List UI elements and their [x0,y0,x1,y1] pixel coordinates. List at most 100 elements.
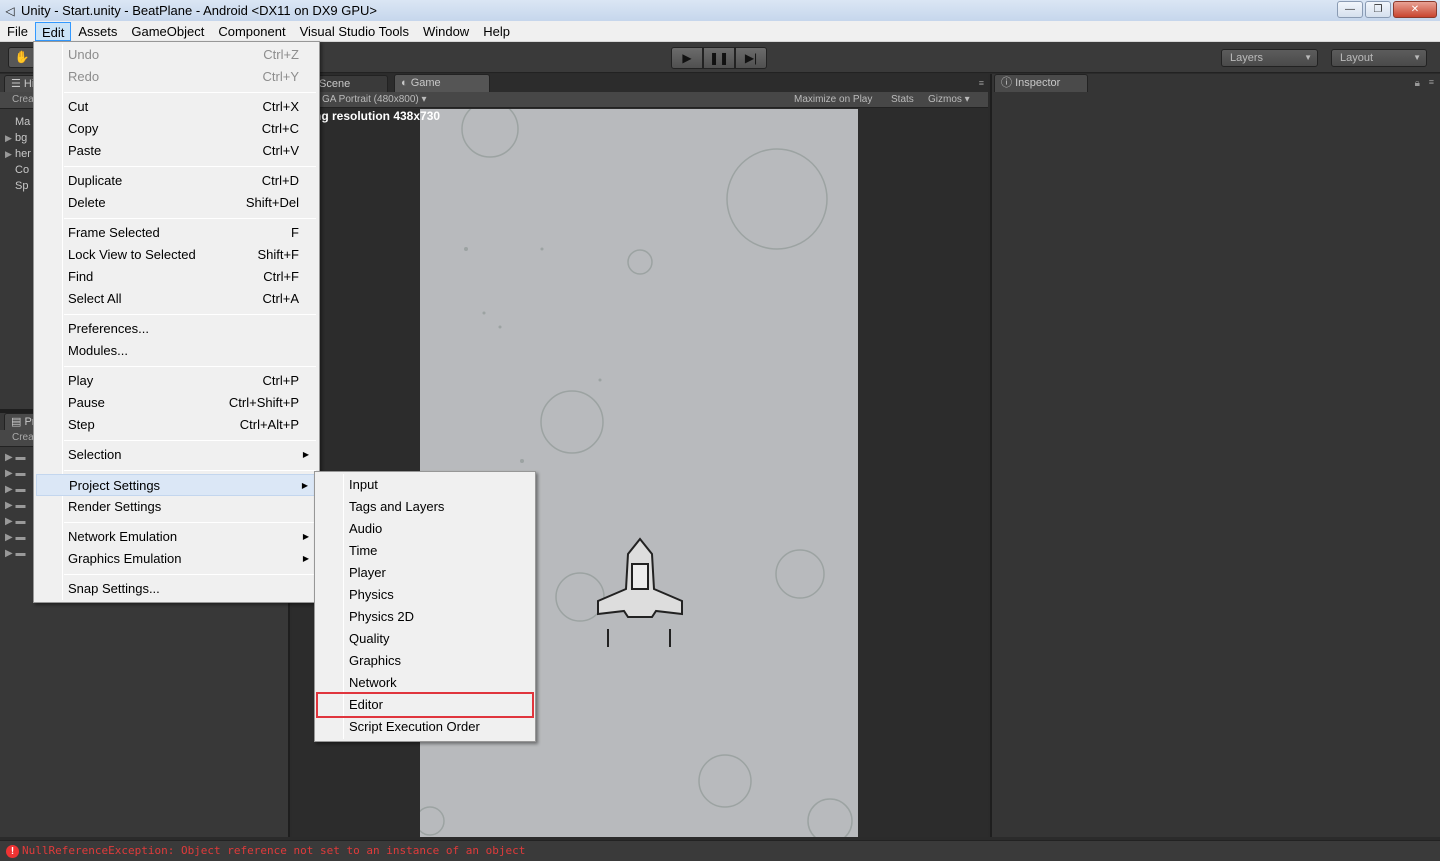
resolution-warning: ng resolution 438x730 [314,109,441,123]
submenu-item-graphics[interactable]: Graphics [317,650,533,672]
menu-item-copy[interactable]: Copy Ctrl+C [36,118,317,140]
layout-dropdown[interactable]: Layout ▼ [1331,49,1427,67]
menu-assets[interactable]: Assets [71,22,124,41]
error-message: NullReferenceException: Object reference… [22,844,526,857]
submenu-item-input[interactable]: Input [317,474,533,496]
submenu-item-tags-and-layers[interactable]: Tags and Layers [317,496,533,518]
restore-button[interactable]: ❐ [1365,1,1391,18]
asteroid [540,390,604,454]
menu-edit[interactable]: Edit [34,21,72,41]
list-item[interactable]: Co [5,162,31,178]
hierarchy-create-button[interactable]: Crea [12,94,34,105]
submenu-item-script-execution-order[interactable]: Script Execution Order [317,716,533,738]
menu-item-play[interactable]: Play Ctrl+P [36,370,317,392]
lock-icon[interactable]: 🔒︎ [1415,78,1420,89]
submenu-item-audio[interactable]: Audio [317,518,533,540]
folder-icon: ▤ [11,416,25,428]
menu-item-cut[interactable]: Cut Ctrl+X [36,96,317,118]
chevron-down-icon: ▼ [1413,53,1421,62]
folder-icon[interactable]: ▶ ▬ [5,466,25,482]
play-button[interactable]: ▶ [671,47,703,69]
step-button[interactable]: ▶| [735,47,767,69]
menu-item-step[interactable]: Step Ctrl+Alt+P [36,414,317,436]
chevron-down-icon: ▼ [1304,53,1312,62]
menu-item-lock-view[interactable]: Lock View to Selected Shift+F [36,244,317,266]
menu-item-select-all[interactable]: Select All Ctrl+A [36,288,317,310]
menu-item-frame-selected[interactable]: Frame Selected F [36,222,317,244]
folder-icon[interactable]: ▶ ▬ [5,450,25,466]
folder-icon[interactable]: ▶ ▬ [5,546,25,562]
layers-dropdown[interactable]: Layers ▼ [1221,49,1318,67]
menu-separator [64,166,316,167]
panel-menu-icon[interactable]: ≡ [979,78,984,88]
menu-item-graphics-emulation[interactable]: Graphics Emulation ▶ [36,548,317,570]
menu-item-find[interactable]: Find Ctrl+F [36,266,317,288]
info-icon: ⓘ [1001,77,1016,89]
menu-visual-studio-tools[interactable]: Visual Studio Tools [293,22,416,41]
submenu-item-quality[interactable]: Quality [317,628,533,650]
menu-component[interactable]: Component [211,22,292,41]
list-item[interactable]: Ma [5,114,31,130]
asteroid [726,148,828,250]
maximize-on-play-toggle[interactable]: Maximize on Play [794,92,872,107]
list-item[interactable]: ▶ her [5,146,31,162]
error-icon: ! [6,844,19,858]
folder-icon[interactable]: ▶ ▬ [5,482,25,498]
panel-menu-icon[interactable]: ≡ [1429,77,1434,87]
submenu-item-physics[interactable]: Physics [317,584,533,606]
menu-separator [64,440,316,441]
menu-item-snap-settings[interactable]: Snap Settings... [36,578,317,600]
menu-separator [64,470,316,471]
asteroid [627,249,653,275]
menu-item-render-settings[interactable]: Render Settings [36,496,317,518]
chevron-right-icon: ▶ [302,554,309,563]
project-settings-submenu: Input Tags and Layers Audio Time Player … [314,471,536,742]
aspect-dropdown[interactable]: GA Portrait (480x800) ▾ [322,92,427,107]
hand-tool-icon[interactable]: ✋ [8,47,36,68]
menu-separator [64,522,316,523]
menu-item-selection[interactable]: Selection ▶ [36,444,317,466]
chevron-right-icon: ▶ [302,532,309,541]
status-bar[interactable]: ! NullReferenceException: Object referen… [0,840,1440,861]
list-item[interactable]: ▶ bg [5,130,31,146]
chevron-right-icon: ▶ [302,450,309,459]
menu-item-duplicate[interactable]: Duplicate Ctrl+D [36,170,317,192]
submenu-item-physics-2d[interactable]: Physics 2D [317,606,533,628]
tab-scene[interactable]: Scene [312,75,388,92]
menu-item-network-emulation[interactable]: Network Emulation ▶ [36,526,317,548]
submenu-item-time[interactable]: Time [317,540,533,562]
menu-item-project-settings[interactable]: Project Settings ▶ [36,474,317,496]
gizmos-toggle[interactable]: Gizmos ▾ [928,92,970,107]
menu-item-paste[interactable]: Paste Ctrl+V [36,140,317,162]
pause-button[interactable]: ❚❚ [703,47,735,69]
window-title: Unity - Start.unity - BeatPlane - Androi… [21,3,377,18]
menu-item-delete[interactable]: Delete Shift+Del [36,192,317,214]
menu-item-modules[interactable]: Modules... [36,340,317,362]
menu-item-undo[interactable]: Undo Ctrl+Z [36,44,317,66]
menu-item-preferences[interactable]: Preferences... [36,318,317,340]
inspector-panel: ⓘ Inspector 🔒︎ ≡ [990,74,1440,837]
menu-file[interactable]: File [0,22,35,41]
project-folder-list: ▶ ▬ ▶ ▬ ▶ ▬ ▶ ▬ ▶ ▬ ▶ ▬ ▶ ▬ [5,450,25,562]
menu-help[interactable]: Help [476,22,517,41]
menu-window[interactable]: Window [416,22,476,41]
window-controls: — ❐ ✕ [1337,1,1437,18]
folder-icon[interactable]: ▶ ▬ [5,530,25,546]
list-item[interactable]: Sp [5,178,31,194]
menu-item-redo[interactable]: Redo Ctrl+Y [36,66,317,88]
stats-toggle[interactable]: Stats [891,92,914,107]
tab-inspector[interactable]: ⓘ Inspector [994,74,1088,92]
spaceship [597,537,683,647]
folder-icon[interactable]: ▶ ▬ [5,514,25,530]
tab-game[interactable]: ◐ Game [394,74,490,92]
menu-gameobject[interactable]: GameObject [124,22,211,41]
folder-icon[interactable]: ▶ ▬ [5,498,25,514]
submenu-item-player[interactable]: Player [317,562,533,584]
project-create-button[interactable]: Crea [12,432,34,443]
close-button[interactable]: ✕ [1393,1,1437,18]
submenu-item-network[interactable]: Network [317,672,533,694]
menu-separator [64,574,316,575]
title-bar: ◁ Unity - Start.unity - BeatPlane - Andr… [0,0,1440,21]
minimize-button[interactable]: — [1337,1,1363,18]
menu-item-pause[interactable]: Pause Ctrl+Shift+P [36,392,317,414]
